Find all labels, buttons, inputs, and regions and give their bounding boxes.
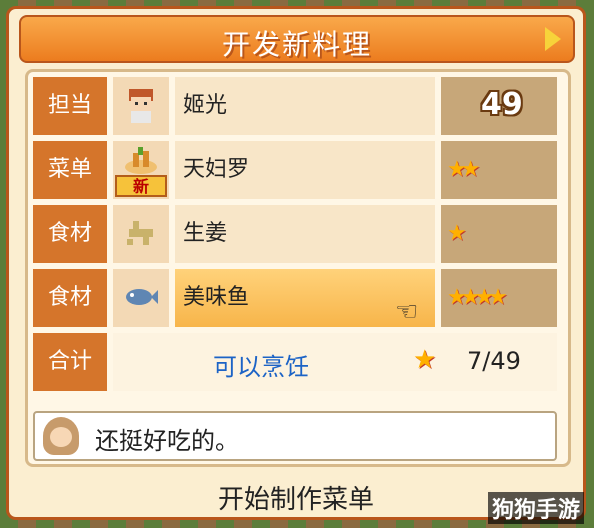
star-rating: ★★★★: [447, 285, 508, 310]
total-box: 可以烹饪 ★ 7/49: [113, 333, 557, 391]
next-arrow-icon[interactable]: [545, 27, 561, 51]
menu-name: 天妇罗: [175, 141, 435, 199]
chef-level-box: 49: [441, 77, 557, 135]
title-bar: 开发新料理: [19, 15, 575, 63]
row-label: 担当: [33, 77, 107, 135]
row-ingredient-2[interactable]: 食材 美味鱼 ☜ ★★★★: [33, 269, 557, 327]
watermark: 狗狗手游: [487, 492, 584, 524]
row-label: 食材: [33, 269, 107, 327]
comment-text: 还挺好吃的。: [95, 427, 239, 455]
chef-name: 姬光: [175, 77, 435, 135]
chef-avatar: [113, 77, 169, 135]
row-label: 菜单: [33, 141, 107, 199]
ingredient-icon-box: [113, 269, 169, 327]
row-label: 合计: [33, 333, 107, 391]
chef-level: 49: [481, 87, 523, 122]
ingredient-name: 生姜: [175, 205, 435, 263]
ingredient-name: 美味鱼: [183, 285, 250, 310]
new-badge: 新: [115, 175, 167, 197]
row-chef[interactable]: 担当 姬光 49: [33, 77, 557, 135]
ingredient-rating: ★★★★: [441, 269, 557, 327]
fish-icon: [126, 289, 158, 305]
star-rating: ★★: [447, 157, 481, 182]
ingredient-rating: ★: [441, 205, 557, 263]
row-menu[interactable]: 菜单 新 天妇罗 ★★: [33, 141, 557, 199]
taster-avatar: [43, 417, 79, 455]
row-total: 合计 可以烹饪 ★ 7/49: [33, 333, 557, 391]
total-score: 7/49: [467, 347, 521, 375]
ginger-icon: [127, 221, 153, 245]
row-ingredient-1[interactable]: 食材 生姜 ★: [33, 205, 557, 263]
tempura-dish-icon: [125, 147, 157, 174]
cook-status: 可以烹饪: [213, 353, 309, 381]
recipe-panel: 开发新料理 担当 姬光 49 菜单 新 天妇罗 ★★ 食材 生姜 ★ 食材 美味…: [6, 6, 586, 520]
row-label: 食材: [33, 205, 107, 263]
ingredient-icon-box: [113, 205, 169, 263]
menu-rating: ★★: [441, 141, 557, 199]
chef-avatar-icon: [129, 89, 153, 123]
ingredient-name-selected: 美味鱼 ☜: [175, 269, 435, 327]
star-rating: ★: [447, 221, 467, 246]
total-star-icon: ★: [413, 345, 437, 375]
dish-icon-box: 新: [113, 141, 169, 199]
comment-box: 还挺好吃的。: [33, 411, 557, 461]
panel-title: 开发新料理: [221, 28, 372, 61]
